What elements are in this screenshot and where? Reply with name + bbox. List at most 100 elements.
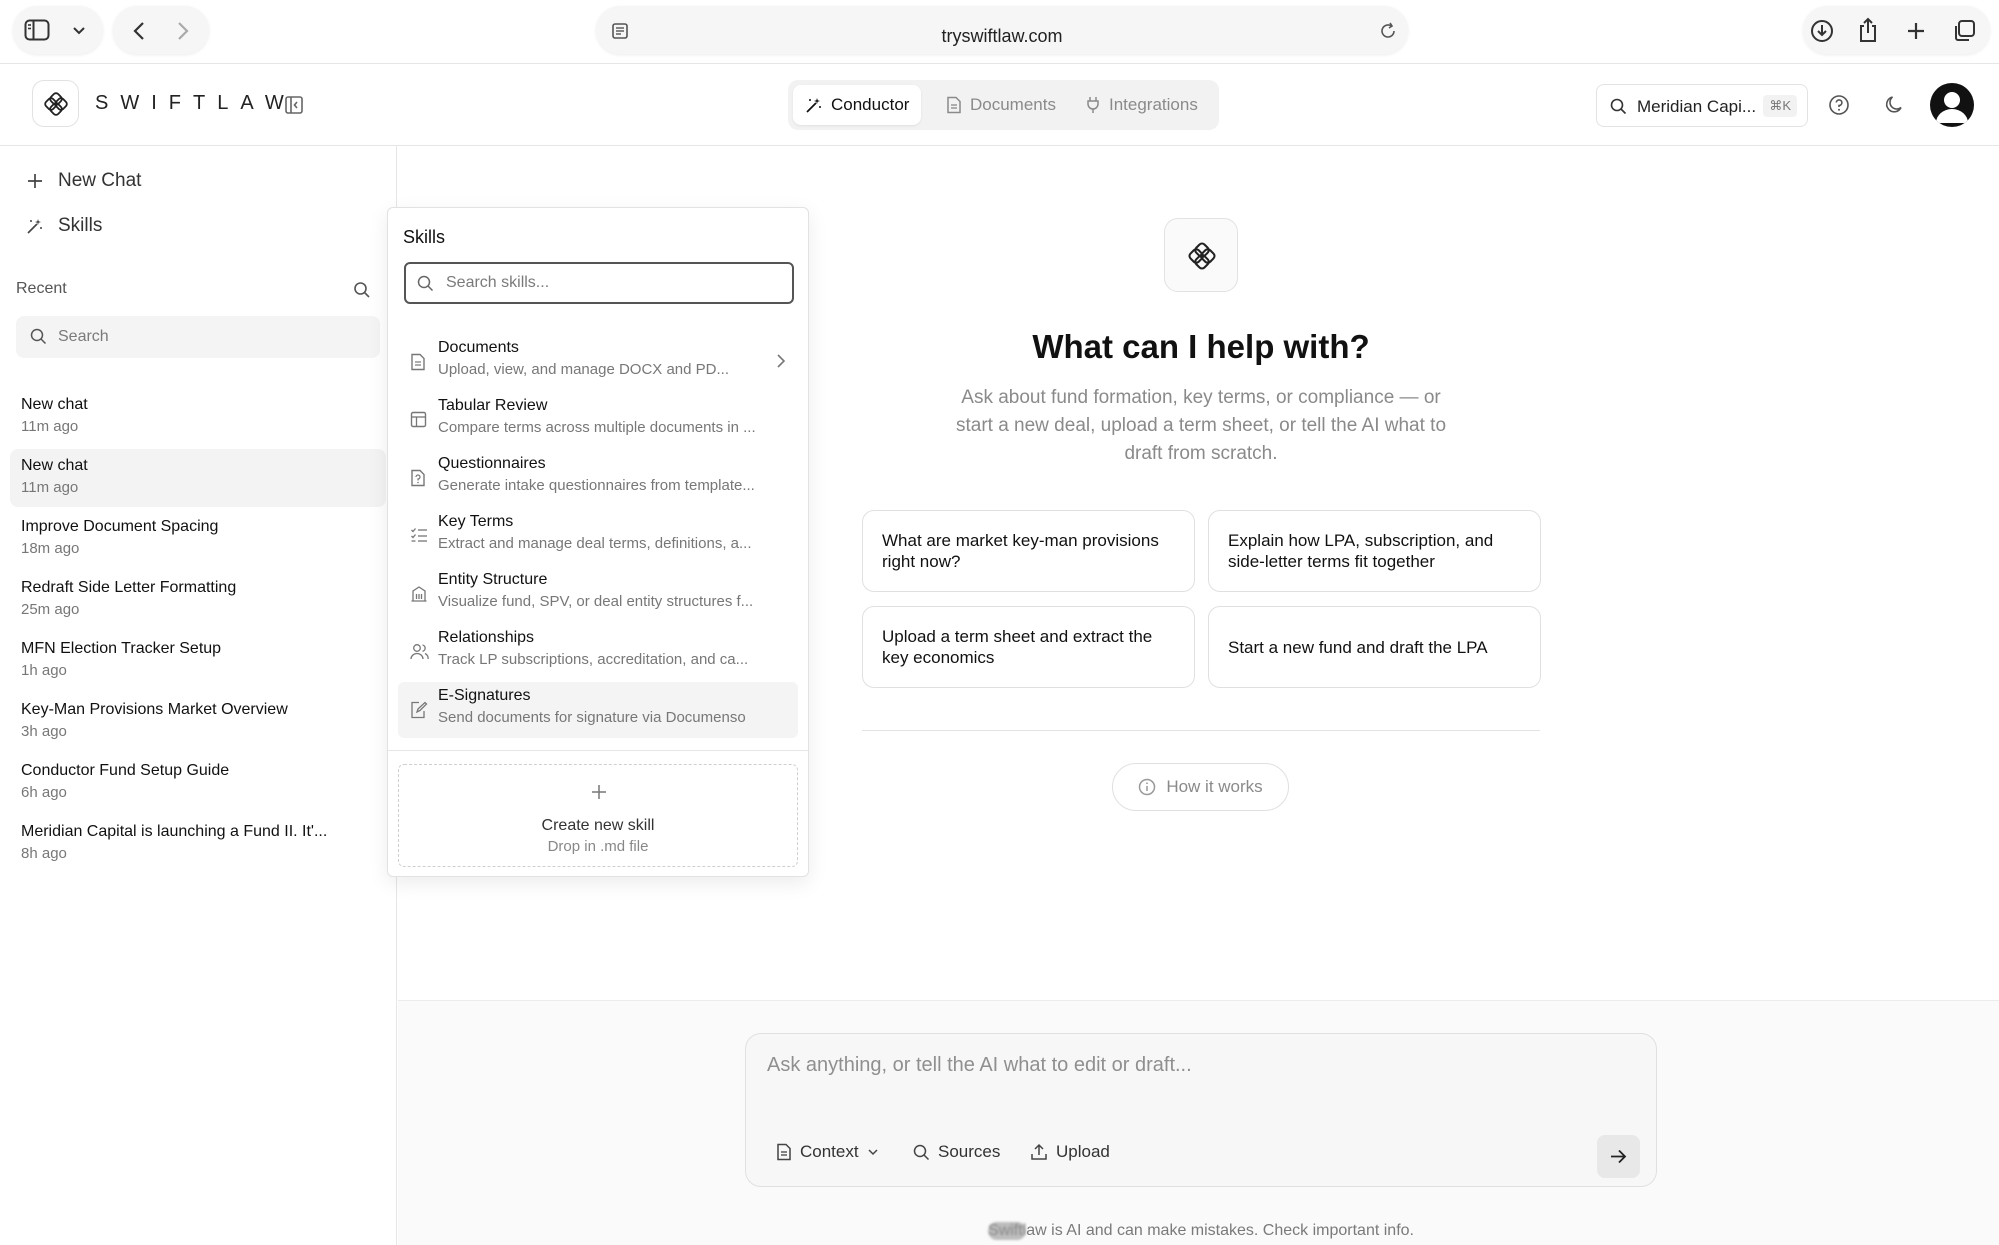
questionnaire-icon [411,469,425,487]
skill-description: Visualize fund, SPV, or deal entity stru… [438,593,754,610]
skill-item-entity-structure[interactable]: Entity Structure Visualize fund, SPV, or… [398,566,798,622]
suggestion-card[interactable]: Upload a term sheet and extract the key … [862,606,1195,688]
chat-list-item[interactable]: Key-Man Provisions Market Overview 3h ag… [10,693,386,751]
document-icon [947,96,961,114]
suggestion-card[interactable]: Start a new fund and draft the LPA [1208,606,1541,688]
share-icon[interactable] [1855,17,1881,43]
sidebar-toggle-icon[interactable] [23,17,51,43]
search-icon [417,275,434,292]
chat-list-item[interactable]: Conductor Fund Setup Guide 6h ago [10,754,386,812]
skill-description: Generate intake questionnaires from temp… [438,477,755,494]
tab-integrations[interactable]: Integrations [1073,85,1210,125]
skill-name: E-Signatures [438,687,531,704]
chat-composer[interactable]: Ask anything, or tell the AI what to edi… [745,1033,1657,1187]
chat-list-item[interactable]: MFN Election Tracker Setup 1h ago [10,632,386,690]
skill-description: Send documents for signature via Documen… [438,709,746,726]
app-logo[interactable] [32,80,79,127]
disclaimer-text: aw is AI and can make mistakes. Check im… [1026,1222,1414,1239]
skill-item-questionnaires[interactable]: Questionnaires Generate intake questionn… [398,450,798,506]
url-text: tryswiftlaw.com [941,26,1063,46]
tab-conductor[interactable]: Conductor [793,85,922,125]
chat-title: New chat [21,457,88,474]
chat-list-item[interactable]: Meridian Capital is launching a Fund II.… [10,815,386,873]
composer-placeholder: Ask anything, or tell the AI what to edi… [767,1054,1192,1076]
skill-item-tabular-review[interactable]: Tabular Review Compare terms across mult… [398,392,798,448]
back-icon[interactable] [127,19,151,43]
chat-title: Meridian Capital is launching a Fund II.… [21,823,328,840]
skill-description: Extract and manage deal terms, definitio… [438,535,752,552]
chat-title: Key-Man Provisions Market Overview [21,701,288,718]
skills-search-field[interactable] [404,262,794,304]
new-chat-label: New Chat [58,170,142,191]
skill-name: Key Terms [438,513,514,530]
chat-list-item[interactable]: Improve Document Spacing 18m ago [10,510,386,568]
suggestion-card[interactable]: What are market key-man provisions right… [862,510,1195,592]
hero-subtitle: Ask about fund formation, key terms, or … [955,387,1447,464]
skill-description: Upload, view, and manage DOCX and PD... [438,361,729,378]
skill-item-key-terms[interactable]: Key Terms Extract and manage deal terms,… [398,508,798,564]
skill-description: Compare terms across multiple documents … [438,419,756,436]
plug-icon [1087,97,1099,113]
reload-icon[interactable] [1376,19,1400,43]
tab-conductor-label: Conductor [831,95,910,114]
dark-mode-icon[interactable] [1882,92,1908,118]
forward-icon[interactable] [171,19,195,43]
tab-documents[interactable]: Documents [934,85,1068,125]
hero-logo [1164,218,1238,292]
chat-title: Redraft Side Letter Formatting [21,579,237,596]
upload-label: Upload [1056,1142,1110,1161]
suggestion-card[interactable]: Explain how LPA, subscription, and side-… [1208,510,1541,592]
disclaimer: Swiftlaw is AI and can make mistakes. Ch… [398,1222,1999,1240]
new-chat-button[interactable]: New Chat [26,170,141,192]
chat-time: 6h ago [21,784,67,801]
history-nav [113,6,209,54]
chat-title: Improve Document Spacing [21,518,219,535]
skill-item-documents[interactable]: Documents Upload, view, and manage DOCX … [398,334,798,390]
help-icon[interactable] [1826,92,1852,118]
composer-area: Ask anything, or tell the AI what to edi… [398,1000,1999,1245]
knot-logo-icon [1188,242,1216,270]
skill-name: Documents [438,339,519,356]
suggestion-text: Upload a term sheet and extract the key … [882,627,1153,667]
tabs-overview-icon[interactable] [1951,18,1977,44]
tab-integrations-label: Integrations [1109,95,1198,114]
sidebar: New Chat Skills Recent Search New chat 1… [0,146,397,1245]
global-search[interactable]: Meridian Capi... ⌘K [1596,84,1808,127]
chat-list-item[interactable]: Redraft Side Letter Formatting 25m ago [10,571,386,629]
send-button[interactable] [1597,1135,1640,1178]
wand-icon [27,219,42,234]
address-bar[interactable]: tryswiftlaw.com [596,6,1408,54]
collapse-sidebar-icon[interactable] [282,93,306,117]
sources-button[interactable]: Sources [913,1142,1000,1162]
how-it-works-button[interactable]: How it works [1112,763,1289,811]
context-button[interactable]: Context [776,1142,879,1162]
chat-list-item[interactable]: New chat 11m ago [10,449,386,507]
chevron-down-icon[interactable] [67,19,91,43]
search-icon[interactable] [351,279,373,301]
divider [862,730,1540,731]
sidebar-search-input[interactable]: Search [16,316,380,358]
user-avatar[interactable] [1930,83,1974,127]
chat-time: 25m ago [21,601,80,618]
skill-item-relationships[interactable]: Relationships Track LP subscriptions, ac… [398,624,798,680]
chat-time: 3h ago [21,723,67,740]
download-icon[interactable] [1809,18,1835,44]
skill-item-e-signatures[interactable]: E-Signatures Send documents for signatur… [398,682,798,738]
upload-button[interactable]: Upload [1030,1142,1110,1162]
chat-time: 1h ago [21,662,67,679]
create-skill-dropzone[interactable]: Create new skill Drop in .md file [398,764,798,867]
tab-documents-label: Documents [970,95,1056,114]
skill-name: Tabular Review [438,397,548,414]
skills-search-input[interactable] [446,272,776,294]
suggestion-text: What are market key-man provisions right… [882,531,1159,571]
create-skill-title: Create new skill [541,817,655,834]
chat-list-item[interactable]: New chat 11m ago [10,388,386,446]
document-icon [411,353,425,371]
skills-button[interactable]: Skills [26,215,102,237]
new-tab-icon[interactable] [1903,18,1929,44]
sidebar-toggle-group [13,6,103,54]
search-icon [30,328,47,345]
document-icon [777,1143,791,1161]
sidebar-search-placeholder: Search [58,328,109,345]
wand-icon [806,98,821,113]
